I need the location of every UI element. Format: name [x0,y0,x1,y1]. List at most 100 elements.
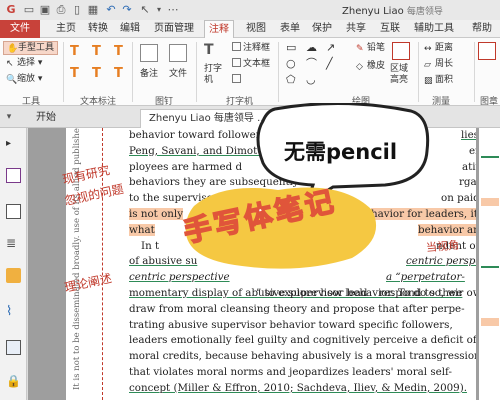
insert-text-icon[interactable]: T [114,67,123,80]
title-bar: G ▭ ▣ ⎙ ▯ ▦ ↶ ↷ ↖ ▾ ⋯ Zhenyu Liao 每唐领导 [0,0,500,20]
comments-icon[interactable] [6,268,21,283]
hand-icon: ✋ [7,44,19,54]
arrow-line-icon[interactable]: ↗ [326,42,335,54]
arc-icon[interactable]: ◡ [306,74,316,86]
ellipse-icon[interactable]: ○ [286,58,296,70]
separator [63,42,64,102]
page-icon[interactable]: ▯ [70,3,84,17]
file-attach-button[interactable]: 文件 [169,68,187,80]
note-button[interactable]: 备注 [140,68,158,80]
undo-icon[interactable]: ↶ [104,3,118,17]
area-highlight-button[interactable]: 区域高亮 [390,64,412,86]
menu-edit[interactable]: 编辑 [116,20,144,38]
callout-button[interactable]: 注释框 [232,42,270,54]
menu-protect[interactable]: 保护 [308,20,336,38]
pencil-icon: ✎ [356,44,364,54]
menu-convert[interactable]: 转换 [84,20,112,38]
area-highlight-icon [392,42,410,60]
typewriter-button[interactable]: 打字机 [204,64,224,86]
left-navigation-panel: ▸ ≣ ⌇ 🔒 [0,128,27,400]
margin-note: 当视角 [425,238,460,255]
text-line: trating abusive supervisor behavior towa… [129,318,453,331]
rectangle-icon[interactable]: ▭ [286,42,296,54]
zoom-icon: 🔍 [6,75,18,85]
area-button[interactable]: ▨ 面积 [424,74,453,86]
line-icon[interactable]: ╱ [326,58,333,70]
bubble-caption: 无需pencil [284,140,398,164]
separator [278,42,279,102]
panel-toggle-icon[interactable]: ▾ [2,110,16,124]
note-icon [140,44,158,62]
signature-icon[interactable] [6,340,21,355]
text-line: leaders emotionally feel guilty and cogn… [129,334,477,347]
pages-icon[interactable]: ▦ [86,3,100,17]
menu-share[interactable]: 共享 [342,20,370,38]
dropdown-icon[interactable]: ▾ [152,3,166,17]
area-icon: ▨ [424,76,433,86]
link-button[interactable] [232,74,243,86]
text-line: moral credits, because behaving abusivel… [129,350,481,363]
text-fragment: ” to explore how lead [256,287,368,299]
strikeout-text-icon[interactable]: T [92,45,101,58]
redo-icon[interactable]: ↷ [120,3,134,17]
stamp-icon[interactable] [478,42,496,60]
margin-note: 理论阐述 [63,271,114,295]
menu-file[interactable]: 文件 [0,20,40,38]
menu-bar: 文件 主页 转换 编辑 页面管理 注释 视图 表单 保护 共享 互联 辅助工具 … [0,20,500,38]
menu-comment[interactable]: 注释 [204,20,234,38]
separator [132,42,133,102]
distance-button[interactable]: ↔ 距离 [424,42,453,54]
highlight-text-icon[interactable]: T [70,45,79,58]
save-icon[interactable]: ▣ [38,3,52,17]
ribbon-toolbar: ✋手型工具 ↖ 选择 ▾ 🔍缩放 ▾ 工具 T T T T T T 文本标注 备注… [0,38,500,107]
menu-connect[interactable]: 互联 [376,20,404,38]
file-attach-icon [169,44,187,62]
text-line: that violates moral norms and jeopardize… [129,366,452,378]
eraser-button[interactable]: ◇ 橡皮 [356,60,385,72]
more-icon[interactable]: ⋯ [166,3,180,17]
underline-text-icon[interactable]: T [114,45,123,58]
page-thumbnails-icon[interactable] [6,168,21,183]
attachment-icon[interactable]: ⌇ [6,304,21,319]
text-line: concept (Miller & Effron, 2010; Sachdeva… [129,381,468,394]
perimeter-button[interactable]: ▱ 周长 [424,58,453,70]
tab-start[interactable]: 开始 [28,109,64,128]
menu-form[interactable]: 表单 [276,20,304,38]
stack-icon[interactable]: ≣ [6,236,21,251]
separator [418,42,419,102]
textbox-icon [232,58,241,67]
typewriter-icon: T [204,42,214,58]
eraser-icon: ◇ [356,62,363,72]
expand-panel-icon[interactable]: ▸ [6,138,21,153]
lock-icon[interactable]: 🔒 [6,374,21,389]
replace-text-icon[interactable]: T [92,67,101,80]
textbox-button[interactable]: 文本框 [232,58,270,70]
open-icon[interactable]: ▭ [22,3,36,17]
cloud-icon[interactable]: ☁ [306,42,317,54]
menu-accessibility[interactable]: 辅助工具 [410,20,458,38]
select-tool-button[interactable]: ↖ 选择 ▾ [6,57,42,69]
callout-icon [232,42,241,51]
perimeter-icon: ▱ [424,60,431,70]
squiggly-text-icon[interactable]: T [70,67,79,80]
separator [196,42,197,102]
print-icon[interactable]: ⎙ [54,3,68,17]
link-icon [232,74,241,83]
menu-view[interactable]: 视图 [242,20,270,38]
hand-tool-button[interactable]: ✋手型工具 [3,41,59,55]
text-line: draw from moral cleansing theory and pro… [129,302,465,315]
polyline-icon[interactable]: ⌒ [306,58,317,70]
polygon-icon[interactable]: ⬠ [286,74,296,86]
distance-icon: ↔ [424,44,432,54]
menu-page-management[interactable]: 页面管理 [150,20,198,38]
menu-help[interactable]: 帮助 [468,20,496,38]
pencil-button[interactable]: ✎ 铅笔 [356,42,385,54]
app-logo-icon: G [6,3,16,16]
select-icon: ↖ [6,59,14,69]
user-account[interactable]: Zhenyu Liao 每唐领导 [342,4,443,17]
cursor-icon[interactable]: ↖ [138,3,152,17]
layers-icon[interactable] [6,204,21,219]
zoom-tool-button[interactable]: 🔍缩放 ▾ [6,73,42,85]
next-page-text-snippets [481,148,499,388]
menu-home[interactable]: 主页 [52,20,80,38]
